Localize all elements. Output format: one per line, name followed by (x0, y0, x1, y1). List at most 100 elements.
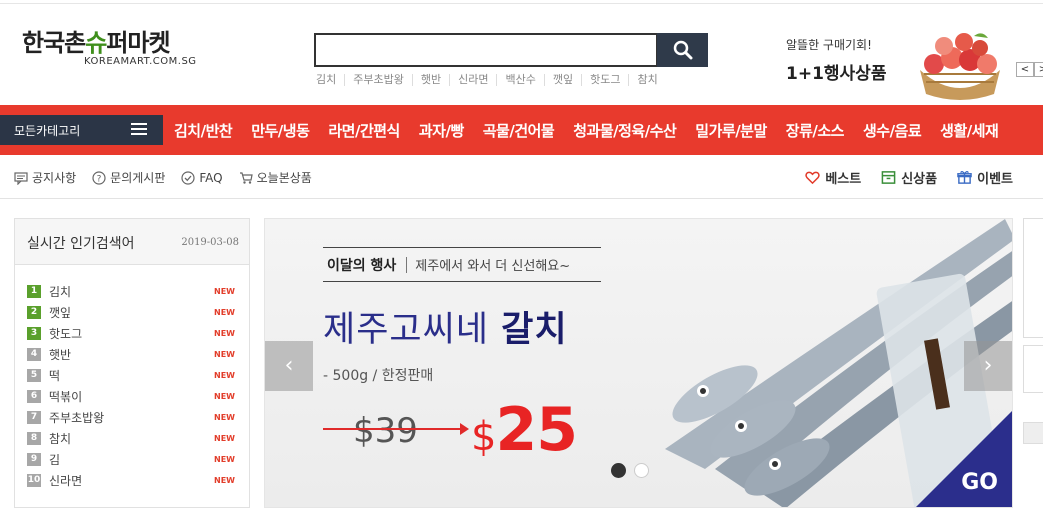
heart-icon (805, 171, 821, 185)
keyword-link[interactable]: 햇반 (411, 74, 449, 86)
best-link[interactable]: 베스트 (805, 168, 861, 187)
rank-keyword: 핫도그 (49, 327, 83, 341)
keyword-link[interactable]: 참치 (628, 74, 665, 86)
faq-label: FAQ (199, 170, 223, 185)
rank-keyword: 깻잎 (49, 306, 72, 320)
keyword-link[interactable]: 핫도그 (581, 74, 628, 86)
sale-price: $25 (471, 395, 578, 465)
speech-bubble-icon (14, 171, 28, 185)
inquiry-board-link[interactable]: ? 문의게시판 (92, 169, 165, 186)
list-item[interactable]: 10 신라면 NEW (27, 470, 237, 491)
list-item[interactable]: 6 떡볶이 NEW (27, 386, 237, 407)
event-label-box: 이달의 행사 제주에서 와서 더 신선해요~ (323, 247, 601, 282)
event-description: 제주에서 와서 더 신선해요~ (415, 259, 571, 274)
search-button[interactable] (657, 33, 708, 67)
rank-keyword: 떡 (49, 369, 61, 383)
list-item[interactable]: 7 주부초밥왕 NEW (27, 407, 237, 428)
nav-item-frozen[interactable]: 만두/냉동 (251, 120, 310, 141)
list-item[interactable]: 9 김 NEW (27, 449, 237, 470)
new-badge: NEW (214, 329, 235, 338)
new-products-link[interactable]: 신상품 (881, 168, 937, 187)
new-badge: NEW (214, 350, 235, 359)
rank-badge: 4 (27, 348, 41, 361)
recently-viewed-link[interactable]: 오늘본상품 (239, 169, 312, 186)
old-price: $39 (353, 411, 418, 451)
rank-keyword: 참치 (49, 432, 72, 446)
new-products-label: 신상품 (901, 172, 938, 187)
event-link[interactable]: 이벤트 (957, 168, 1013, 187)
promo-prev-button[interactable]: < (1016, 62, 1034, 77)
keyword-link[interactable]: 주부초밥왕 (344, 74, 412, 86)
side-panel-partial-2 (1023, 345, 1043, 393)
notice-label: 공지사항 (32, 171, 77, 185)
list-item[interactable]: 2 깻잎 NEW (27, 302, 237, 323)
side-panel-partial (1023, 218, 1043, 338)
search-input[interactable] (314, 33, 658, 67)
rank-badge: 10 (27, 474, 41, 487)
notice-link[interactable]: 공지사항 (14, 169, 76, 186)
promo-next-button[interactable]: > (1034, 62, 1043, 77)
list-item[interactable]: 1 김치 NEW (27, 281, 237, 302)
sub-nav: 공지사항 ? 문의게시판 FAQ 오늘본상품 베스트 신상품 이벤트 (0, 155, 1043, 199)
new-badge: NEW (214, 434, 235, 443)
help-links: 공지사항 ? 문의게시판 FAQ 오늘본상품 (14, 169, 328, 186)
nav-item-kimchi[interactable]: 김치/반찬 (174, 120, 233, 141)
new-badge: NEW (214, 392, 235, 401)
event-label: 이달의 행사 (327, 257, 397, 274)
banner-title: 제주고씨네 갈치 (323, 310, 568, 350)
new-badge: NEW (214, 476, 235, 485)
list-item[interactable]: 5 떡 NEW (27, 365, 237, 386)
list-item[interactable]: 4 햇반 NEW (27, 344, 237, 365)
nav-item-flour[interactable]: 밀가루/분말 (695, 120, 767, 141)
faq-link[interactable]: FAQ (181, 169, 223, 186)
popular-search-header: 실시간 인기검색어 2019-03-08 (15, 219, 249, 265)
popular-keywords: 김치 주부초밥왕 햇반 신라면 백산수 깻잎 핫도그 참치 (316, 74, 666, 86)
rank-keyword: 김치 (49, 285, 72, 299)
all-categories-label: 모든카테고리 (14, 123, 81, 138)
keyword-link[interactable]: 깻잎 (543, 74, 581, 86)
all-categories-button[interactable]: 모든카테고리 (0, 115, 163, 145)
promo-box[interactable]: 알뜰한 구매기회! 1+1행사상품 < > (786, 33, 1043, 102)
rank-badge: 8 (27, 432, 41, 445)
pagination-dot-active[interactable] (611, 463, 626, 478)
logo-text: 한국촌슈퍼마켓 (22, 29, 171, 57)
hamburger-icon (131, 123, 147, 136)
new-badge: NEW (214, 455, 235, 464)
new-badge: NEW (214, 287, 235, 296)
rank-badge: 2 (27, 306, 41, 319)
nav-item-sauce[interactable]: 장류/소스 (786, 120, 845, 141)
nav-item-household[interactable]: 생활/세재 (940, 120, 999, 141)
nav-items: 김치/반찬 만두/냉동 라면/간편식 과자/빵 곡물/건어물 청과물/정육/수산… (174, 105, 1017, 155)
go-button[interactable]: GO (961, 470, 998, 495)
nav-item-grains[interactable]: 곡물/건어물 (483, 120, 555, 141)
popular-search-title: 실시간 인기검색어 (27, 236, 135, 252)
cart-icon (239, 171, 253, 184)
banner-prev-button[interactable]: ‹ (265, 341, 313, 391)
keyword-link[interactable]: 백산수 (496, 74, 543, 86)
banner-next-button[interactable]: › (964, 341, 1012, 391)
banner-subtitle: - 500g / 한정판매 (323, 368, 434, 384)
list-item[interactable]: 8 참치 NEW (27, 428, 237, 449)
nav-item-fresh[interactable]: 청과물/정육/수산 (573, 120, 677, 141)
rank-keyword: 김 (49, 453, 61, 467)
list-item[interactable]: 3 핫도그 NEW (27, 323, 237, 344)
check-circle-icon (181, 170, 195, 185)
logo[interactable]: 한국촌슈퍼마켓 KOREAMART.COM.SG (22, 28, 196, 80)
new-badge: NEW (214, 371, 235, 380)
pagination-dot[interactable] (634, 463, 649, 478)
search-icon (673, 40, 692, 60)
gift-icon (957, 171, 972, 184)
event-label-divider (406, 256, 408, 273)
main-banner[interactable]: 이달의 행사 제주에서 와서 더 신선해요~ 제주고씨네 갈치 - 500g /… (264, 218, 1013, 508)
nav-item-drinks[interactable]: 생수/음료 (863, 120, 922, 141)
rank-keyword: 주부초밥왕 (49, 411, 105, 425)
new-badge: NEW (214, 413, 235, 422)
keyword-link[interactable]: 신라면 (449, 74, 496, 86)
keyword-link[interactable]: 김치 (316, 74, 344, 86)
nav-item-snacks[interactable]: 과자/빵 (419, 120, 464, 141)
nav-item-ramen[interactable]: 라면/간편식 (328, 120, 400, 141)
rank-badge: 1 (27, 285, 41, 298)
box-icon (881, 171, 896, 184)
rank-keyword: 햇반 (49, 348, 72, 362)
rank-badge: 9 (27, 453, 41, 466)
